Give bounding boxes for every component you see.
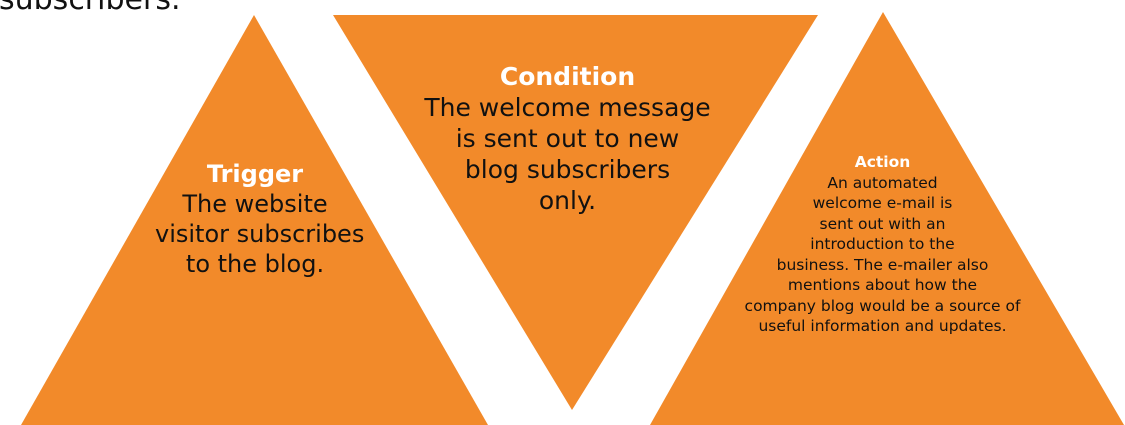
trigger-label: Trigger The website visitor subscribes t…: [155, 159, 365, 279]
action-text-line: An automated: [827, 173, 938, 192]
action-text-line: mentions about how the: [787, 276, 978, 294]
condition-text-line: is sent out to new: [455, 124, 680, 153]
action-text-line: sent out with an: [819, 214, 946, 233]
condition-title: Condition: [499, 62, 636, 91]
trigger-text-line: The website: [182, 190, 328, 218]
trigger-title: Trigger: [206, 160, 304, 188]
action-label: Action An automated welcome e-mail is se…: [690, 152, 1075, 337]
trigger-text-line: to the blog.: [185, 250, 325, 278]
action-title: Action: [854, 153, 911, 171]
trigger-text-line: visitor subscribes: [155, 220, 365, 248]
action-text-line: business. The e-mailer also: [776, 255, 989, 274]
action-text-line: useful information and updates.: [758, 317, 1007, 335]
condition-label: Condition The welcome message is sent ou…: [400, 61, 735, 216]
condition-text-line: blog subscribers: [464, 155, 671, 184]
condition-text-line: only.: [538, 186, 597, 215]
action-text-line: company blog would be a source of: [744, 296, 1021, 315]
condition-text-line: The welcome message: [424, 93, 711, 122]
action-text-line: introduction to the: [810, 235, 955, 253]
action-text-line: welcome e-mail is: [812, 194, 953, 212]
